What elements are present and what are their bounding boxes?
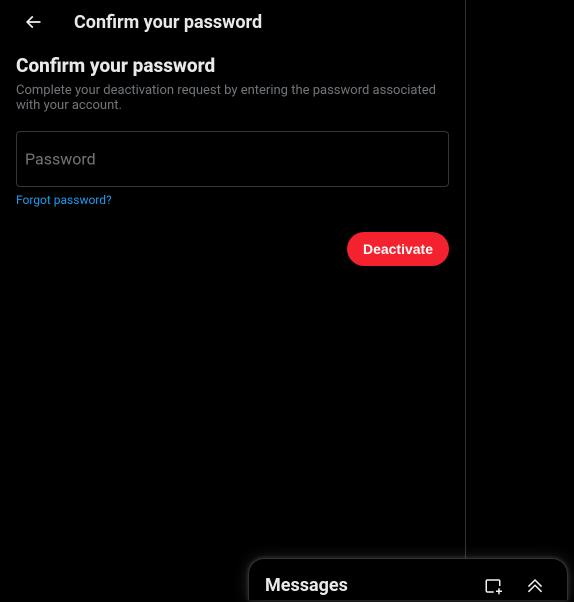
expand-drawer-button[interactable] bbox=[519, 570, 551, 602]
password-field-wrapper[interactable]: Password bbox=[16, 131, 449, 187]
page-description: Complete your deactivation request by en… bbox=[16, 83, 449, 113]
page-title: Confirm your password bbox=[16, 54, 449, 77]
forgot-password-link[interactable]: Forgot password? bbox=[16, 193, 112, 207]
settings-panel: Confirm your password Confirm your passw… bbox=[0, 0, 466, 600]
new-message-button[interactable] bbox=[477, 570, 509, 602]
double-chevron-up-icon bbox=[526, 577, 544, 595]
header: Confirm your password bbox=[0, 0, 465, 44]
messages-drawer[interactable]: Messages bbox=[248, 558, 568, 600]
back-button[interactable] bbox=[16, 5, 50, 39]
deactivate-button[interactable]: Deactivate bbox=[347, 232, 449, 266]
header-title: Confirm your password bbox=[74, 12, 262, 33]
messages-actions bbox=[477, 570, 551, 602]
content-area: Confirm your password Complete your deac… bbox=[0, 44, 465, 218]
password-input[interactable] bbox=[25, 144, 440, 174]
new-message-icon bbox=[484, 577, 502, 595]
arrow-left-icon bbox=[23, 12, 43, 32]
action-row: Deactivate bbox=[0, 218, 465, 280]
messages-title: Messages bbox=[265, 575, 348, 596]
